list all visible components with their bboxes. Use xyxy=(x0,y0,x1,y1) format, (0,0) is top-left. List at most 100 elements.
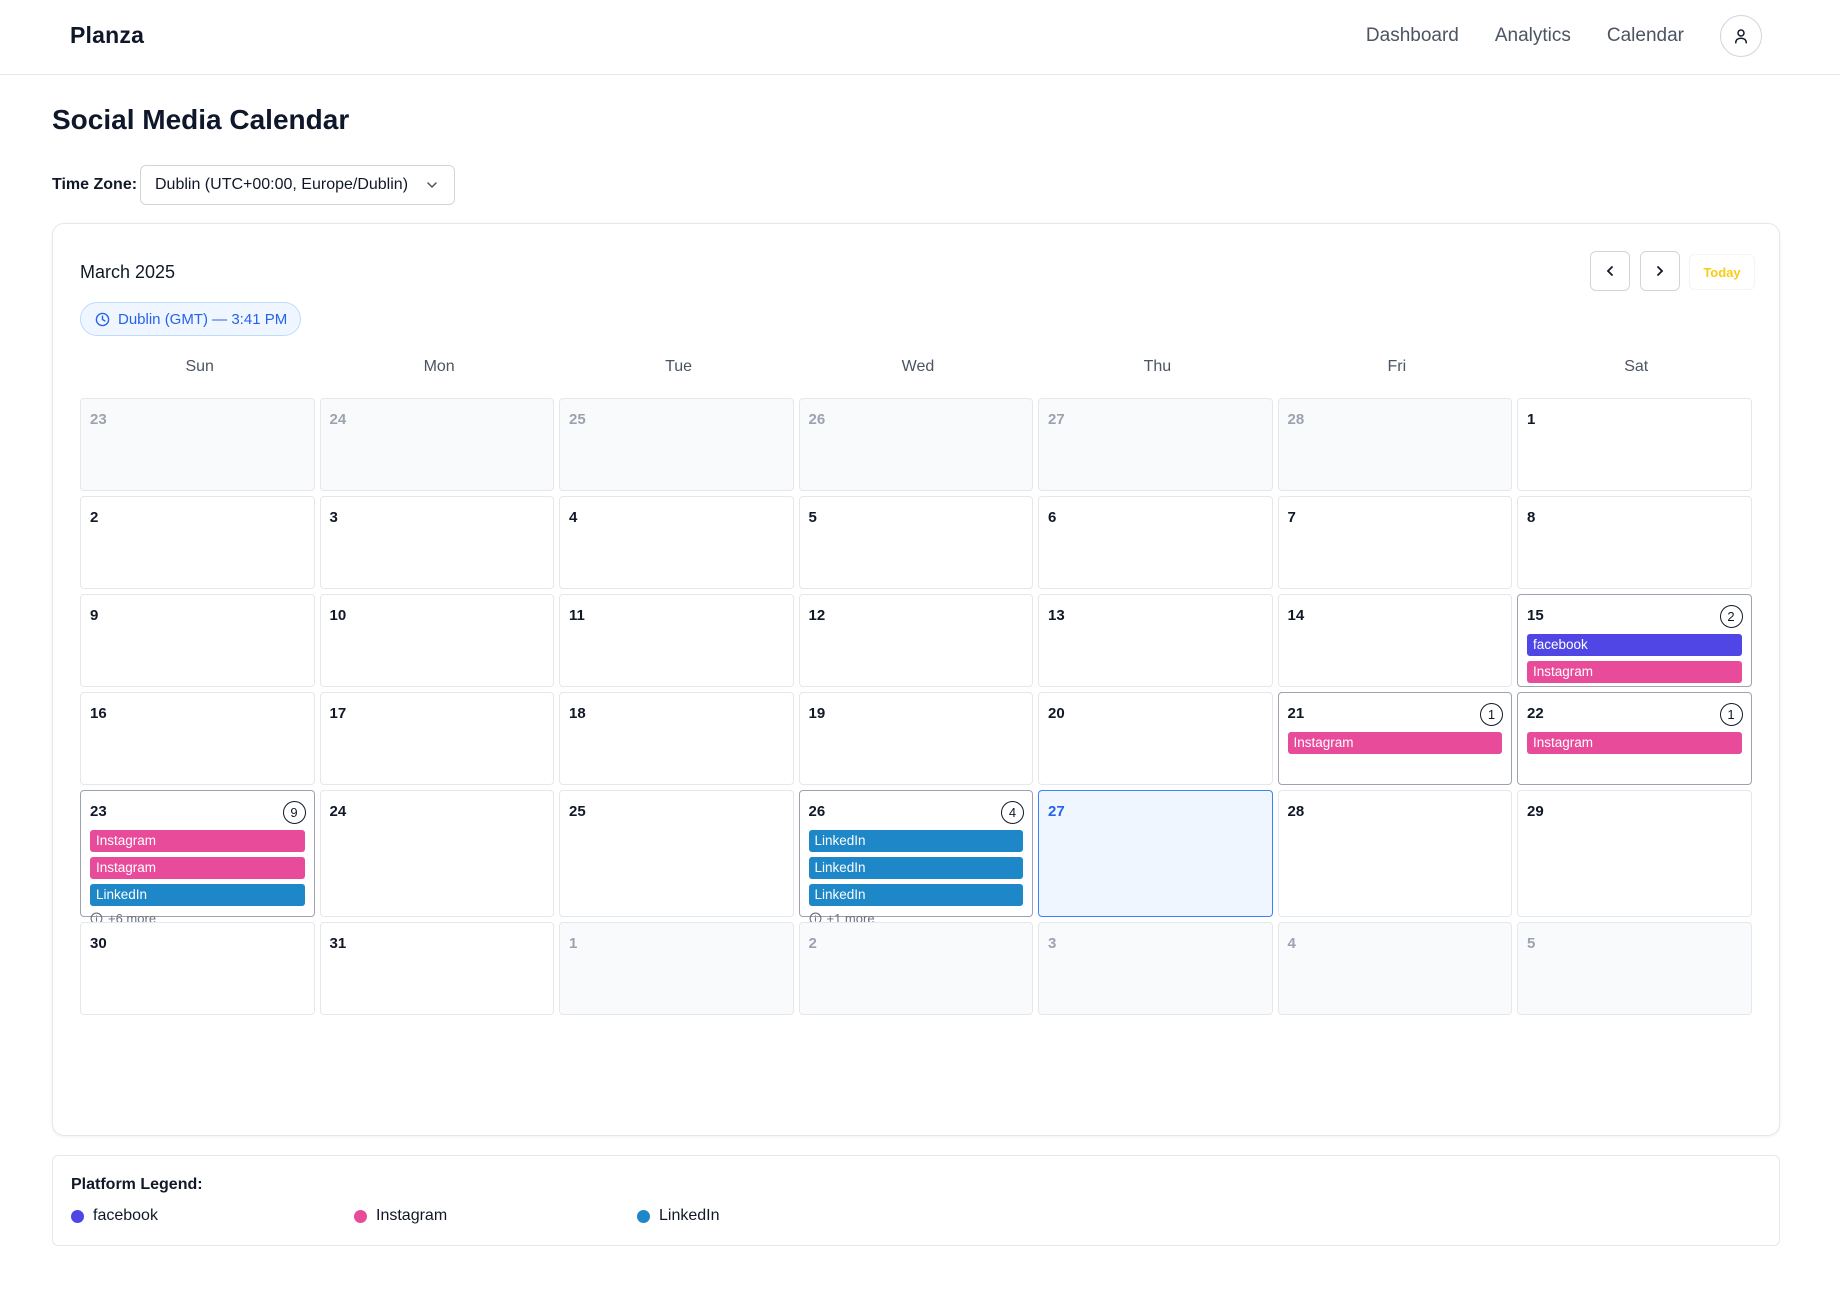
legend-color-dot xyxy=(637,1209,650,1223)
day-number: 31 xyxy=(329,935,347,952)
day-number: 13 xyxy=(1048,607,1065,624)
post-chip[interactable]: Instagram xyxy=(1527,732,1742,754)
weekday-label: Mon xyxy=(423,358,455,375)
calendar-day[interactable]: 2 xyxy=(798,922,1033,1015)
day-number: 7 xyxy=(1287,509,1296,526)
calendar-day[interactable]: 23 9 Instagram Instagram LinkedIn +6 more xyxy=(80,790,315,926)
post-chip[interactable]: LinkedIn xyxy=(808,857,1023,879)
post-chip[interactable]: Instagram xyxy=(1527,661,1742,683)
calendar-day[interactable]: 1 xyxy=(559,922,794,1015)
calendar-day[interactable]: 31 xyxy=(319,922,554,1015)
legend-label: facebook xyxy=(93,1207,158,1224)
calendar-day[interactable]: 24 xyxy=(319,398,554,491)
post-list: LinkedIn LinkedIn LinkedIn +1 more xyxy=(808,830,1023,926)
calendar-day[interactable]: 29 xyxy=(1517,790,1752,917)
calendar-week-row: 23 24 25 26 27 28 1 xyxy=(80,398,1756,491)
calendar-day[interactable]: 17 xyxy=(319,692,554,785)
calendar-day[interactable]: 2 xyxy=(80,496,315,589)
clock-icon xyxy=(95,312,110,326)
day-number: 3 xyxy=(1048,935,1057,952)
day-number: 27 xyxy=(1048,803,1065,820)
calendar-day[interactable]: 28 xyxy=(1277,398,1512,491)
day-number: 2 xyxy=(90,509,99,526)
legend-label: LinkedIn xyxy=(659,1207,720,1224)
weekday-header: Sun Mon Tue Wed Thu Fri Sat xyxy=(80,358,1756,376)
weekday-label: Wed xyxy=(901,358,935,375)
calendar-day[interactable]: 3 xyxy=(319,496,554,589)
day-number: 18 xyxy=(569,705,586,722)
calendar-day[interactable]: 26 xyxy=(798,398,1033,491)
calendar-day[interactable]: 11 xyxy=(559,594,794,687)
calendar-day[interactable]: 20 xyxy=(1038,692,1273,785)
post-chip[interactable]: facebook xyxy=(1527,634,1742,656)
calendar-day[interactable]: 26 4 LinkedIn LinkedIn LinkedIn +1 more xyxy=(798,790,1033,926)
calendar-day[interactable]: 5 xyxy=(1517,922,1752,1015)
weekday-label: Tue xyxy=(665,358,693,375)
day-number: 24 xyxy=(329,411,347,428)
calendar-day[interactable]: 1 xyxy=(1517,398,1752,491)
calendar-day[interactable]: 3 xyxy=(1038,922,1273,1015)
calendar-day[interactable]: 16 xyxy=(80,692,315,785)
calendar-day[interactable]: 25 xyxy=(559,790,794,917)
chevron-down-icon xyxy=(427,182,437,189)
chevron-left-icon xyxy=(1606,266,1613,276)
post-chip[interactable]: Instagram xyxy=(90,857,305,879)
calendar-week-row: 23 9 Instagram Instagram LinkedIn +6 more 24 25… xyxy=(80,790,1756,926)
calendar-day[interactable]: 30 xyxy=(80,922,315,1015)
nav-analytics[interactable]: Analytics xyxy=(1495,14,1571,58)
day-number: 28 xyxy=(1287,803,1305,820)
day-number: 8 xyxy=(1527,509,1536,526)
next-month-button[interactable] xyxy=(1640,251,1680,291)
calendar-day[interactable]: 4 xyxy=(1277,922,1512,1015)
legend-item: LinkedIn xyxy=(637,1207,920,1225)
user-avatar-button[interactable] xyxy=(1720,15,1762,57)
day-number: 29 xyxy=(1527,803,1544,820)
calendar-day[interactable]: 22 1 Instagram xyxy=(1517,692,1752,785)
timezone-select[interactable]: Dublin (UTC+00:00, Europe/Dublin) xyxy=(140,165,455,205)
brand-logo[interactable]: Planza xyxy=(70,22,144,49)
legend-title: Platform Legend: xyxy=(71,1176,203,1193)
calendar-grid: 23 24 25 26 27 28 1 2 3 4 5 6 7 8 9 10 11 12 13 14 15 2 facebo… xyxy=(80,398,1756,1020)
day-number: 16 xyxy=(90,705,107,722)
post-chip[interactable]: Instagram xyxy=(1287,732,1502,754)
weekday-label: Thu xyxy=(1143,358,1172,375)
post-list: Instagram xyxy=(1527,732,1742,759)
calendar-card: March 2025 Today Dublin (GMT) — 3:41 PM … xyxy=(52,223,1780,1136)
post-chip[interactable]: LinkedIn xyxy=(90,884,305,906)
calendar-day[interactable]: 12 xyxy=(798,594,1033,687)
calendar-day[interactable]: 21 1 Instagram xyxy=(1277,692,1512,785)
calendar-day[interactable]: 4 xyxy=(559,496,794,589)
nav-calendar[interactable]: Calendar xyxy=(1607,14,1684,58)
calendar-day[interactable]: 18 xyxy=(559,692,794,785)
month-title: March 2025 xyxy=(80,262,176,282)
calendar-day[interactable]: 10 xyxy=(319,594,554,687)
today-button[interactable]: Today xyxy=(1689,254,1755,290)
calendar-day[interactable]: 25 xyxy=(559,398,794,491)
calendar-day[interactable]: 13 xyxy=(1038,594,1273,687)
post-list: facebook Instagram xyxy=(1527,634,1742,688)
calendar-day[interactable]: 14 xyxy=(1277,594,1512,687)
calendar-day[interactable]: 15 2 facebook Instagram xyxy=(1517,594,1752,687)
calendar-day-today[interactable]: 27 xyxy=(1038,790,1273,917)
post-chip[interactable]: LinkedIn xyxy=(808,884,1023,906)
nav-dashboard[interactable]: Dashboard xyxy=(1366,14,1459,58)
calendar-day[interactable]: 7 xyxy=(1277,496,1512,589)
post-count-badge: 9 xyxy=(282,801,306,824)
legend-label: Instagram xyxy=(376,1207,448,1224)
calendar-day[interactable]: 5 xyxy=(798,496,1033,589)
post-chip[interactable]: Instagram xyxy=(90,830,305,852)
calendar-day[interactable]: 27 xyxy=(1038,398,1273,491)
calendar-week-row: 30 31 1 2 3 4 5 xyxy=(80,922,1756,1015)
calendar-day[interactable]: 23 xyxy=(80,398,315,491)
timezone-label: Time Zone: xyxy=(52,176,138,193)
top-navbar: Planza Dashboard Analytics Calendar xyxy=(0,0,1840,75)
calendar-day[interactable]: 9 xyxy=(80,594,315,687)
calendar-day[interactable]: 6 xyxy=(1038,496,1273,589)
calendar-day[interactable]: 24 xyxy=(319,790,554,917)
post-chip[interactable]: LinkedIn xyxy=(808,830,1023,852)
calendar-day[interactable]: 28 xyxy=(1277,790,1512,917)
post-count-badge: 1 xyxy=(1480,703,1503,726)
prev-month-button[interactable] xyxy=(1590,251,1630,291)
calendar-day[interactable]: 8 xyxy=(1517,496,1752,589)
calendar-day[interactable]: 19 xyxy=(798,692,1033,785)
